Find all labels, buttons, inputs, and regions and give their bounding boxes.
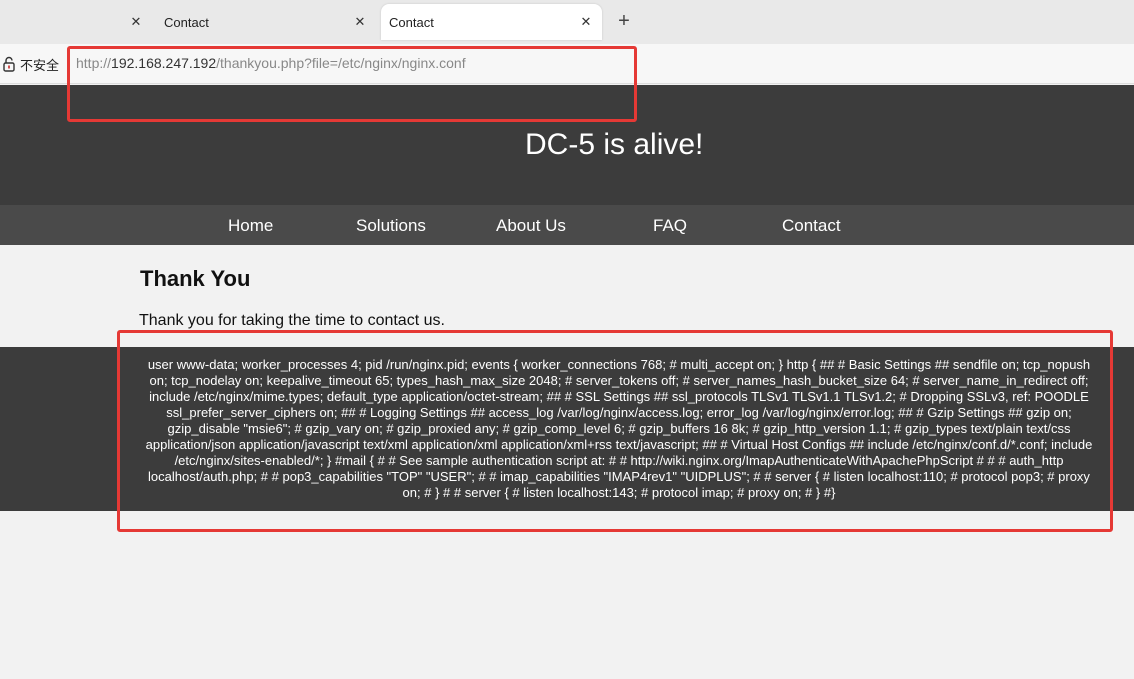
page-heading: Thank You — [140, 266, 251, 291]
tab-contact-active[interactable]: Contact ✕ — [381, 4, 602, 40]
site-title: DC-5 is alive! — [525, 128, 704, 161]
tab-title: Contact — [164, 14, 209, 30]
address-bar: 不安全 http://192.168.247.192/thankyou.php?… — [0, 44, 1134, 84]
tab-title: Contact — [389, 14, 434, 30]
close-icon[interactable]: ✕ — [128, 14, 144, 30]
tab-contact-inactive[interactable]: ✕ Contact ✕ — [118, 4, 376, 40]
nav-solutions-link[interactable]: Solutions — [356, 216, 426, 236]
thank-you-message: Thank you for taking the time to contact… — [139, 312, 445, 329]
close-icon[interactable]: ✕ — [578, 14, 594, 30]
url-path: /thankyou.php?file=/etc/nginx/nginx.conf — [216, 55, 466, 71]
close-icon[interactable]: ✕ — [352, 14, 368, 30]
nav-contact-link[interactable]: Contact — [782, 216, 841, 236]
nav-home-link[interactable]: Home — [228, 216, 273, 236]
browser-tab-bar: ✕ Contact ✕ Contact ✕ + — [0, 0, 1134, 44]
url-scheme: http:// — [76, 55, 112, 71]
nav-about-link[interactable]: About Us — [496, 216, 566, 236]
site-nav: Home Solutions About Us FAQ Contact — [0, 205, 1134, 245]
nav-faq-link[interactable]: FAQ — [653, 216, 687, 236]
url-field[interactable]: http://192.168.247.192/thankyou.php?file… — [76, 55, 466, 71]
security-indicator[interactable]: 不安全 — [2, 55, 59, 73]
file-include-output: user www-data; worker_processes 4; pid /… — [0, 347, 1134, 511]
url-host: 192.168.247.192 — [111, 55, 217, 71]
security-label: 不安全 — [20, 57, 60, 73]
nginx-conf-text: user www-data; worker_processes 4; pid /… — [145, 357, 1093, 500]
new-tab-button[interactable]: + — [612, 9, 636, 33]
insecure-lock-icon — [2, 56, 16, 72]
